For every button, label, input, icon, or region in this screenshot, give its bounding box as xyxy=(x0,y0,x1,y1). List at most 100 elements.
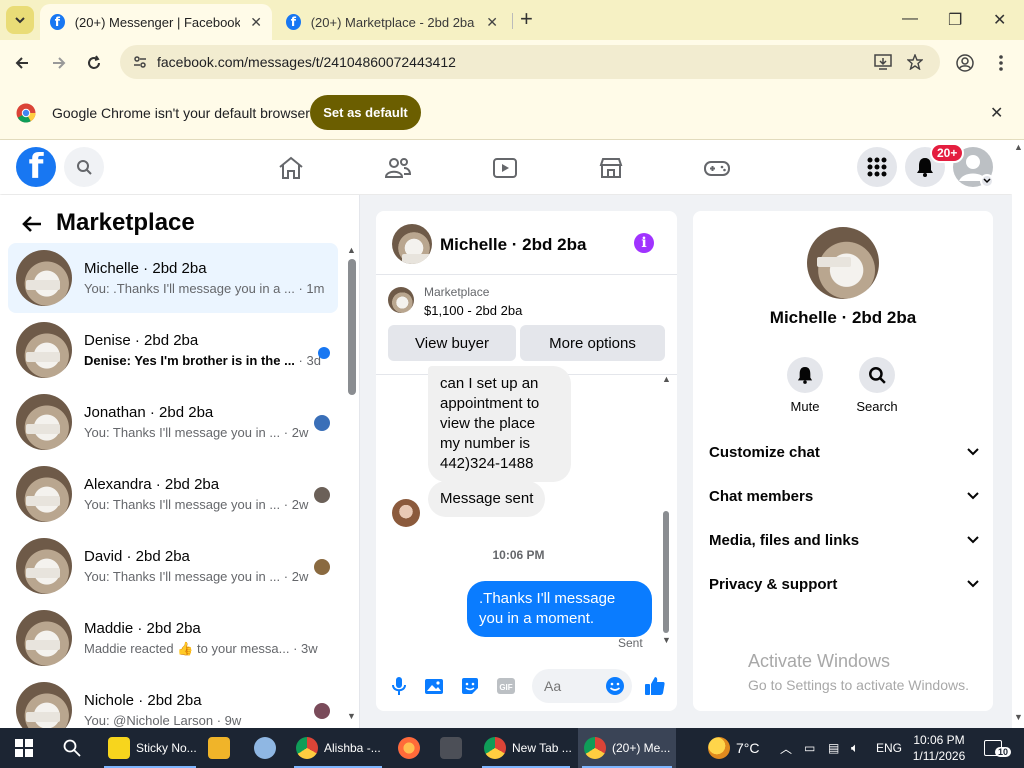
profile-icon[interactable] xyxy=(956,54,974,72)
page-scroll-up-arrow[interactable]: ▲ xyxy=(1014,142,1023,152)
send-like-button[interactable] xyxy=(644,675,666,697)
section-privacy-support[interactable]: Privacy & support xyxy=(709,569,979,599)
mute-button[interactable] xyxy=(787,357,823,393)
outgoing-message-bubble[interactable]: .Thanks I'll message you in a moment. xyxy=(467,581,652,637)
info-icon[interactable]: i xyxy=(634,233,654,253)
scroll-up-arrow[interactable]: ▲ xyxy=(347,245,356,255)
view-buyer-button[interactable]: View buyer xyxy=(388,325,516,361)
nav-home[interactable] xyxy=(277,154,305,182)
section-media-files-links[interactable]: Media, files and links xyxy=(709,525,979,555)
page-scrollbar[interactable]: ▲ ▼ xyxy=(1012,140,1024,728)
sidebar-scrollbar[interactable] xyxy=(348,259,356,395)
message-sent-bubble[interactable]: Message sent xyxy=(428,481,546,517)
attach-photo-button[interactable] xyxy=(423,675,445,697)
folder-icon xyxy=(208,737,230,759)
windows-start-icon[interactable] xyxy=(15,739,33,757)
close-window-button[interactable]: ✕ xyxy=(993,10,1006,30)
conversation-item-michelle[interactable]: Michelle · 2bd 2ba You: .Thanks I'll mes… xyxy=(8,243,338,313)
tab-title: (20+) Marketplace - 2bd 2ba | F xyxy=(310,14,477,30)
seen-avatar xyxy=(314,559,330,575)
scroll-down-arrow[interactable]: ▼ xyxy=(347,711,356,721)
voice-clip-button[interactable] xyxy=(388,675,410,697)
mute-action[interactable]: Mute xyxy=(770,357,840,414)
taskbar-firefox[interactable] xyxy=(398,728,426,768)
conversation-item-denise[interactable]: Denise · 2bd 2ba Denise: Yes I'm brother… xyxy=(8,315,338,385)
network-icon[interactable]: ▤ xyxy=(828,728,839,768)
conversation-item-alexandra[interactable]: Alexandra · 2bd 2ba You: Thanks I'll mes… xyxy=(8,459,338,529)
close-infobar-icon[interactable]: ✕ xyxy=(990,103,1003,123)
close-tab-icon[interactable]: ✕ xyxy=(486,14,498,31)
notification-center[interactable]: 10 xyxy=(984,728,1012,768)
section-customize-chat[interactable]: Customize chat xyxy=(709,437,979,467)
emoji-button[interactable] xyxy=(604,675,626,697)
thumbs-up-icon xyxy=(645,677,665,695)
nav-gaming[interactable] xyxy=(703,154,731,182)
sticker-button[interactable] xyxy=(459,675,481,697)
address-bar[interactable]: facebook.com/messages/t/2410486007244341… xyxy=(120,45,940,79)
chat-scroll-down-arrow[interactable]: ▼ xyxy=(662,635,671,645)
chat-scrollbar[interactable] xyxy=(663,511,669,633)
reload-button[interactable] xyxy=(83,52,105,74)
taskbar-search-icon[interactable] xyxy=(63,739,81,757)
tab-messenger[interactable]: f (20+) Messenger | Facebook ✕ xyxy=(40,4,272,40)
conversation-item-maddie[interactable]: Maddie · 2bd 2ba Maddie reacted 👍 to you… xyxy=(8,603,338,673)
tray-overflow-icon[interactable]: ︿ xyxy=(780,728,792,768)
set-as-default-button[interactable]: Set as default xyxy=(310,95,421,130)
taskbar-file-explorer[interactable] xyxy=(208,728,236,768)
more-options-button[interactable]: More options xyxy=(520,325,665,361)
calculator-icon xyxy=(440,737,462,759)
gif-button[interactable]: GIF xyxy=(495,675,517,697)
language-indicator[interactable]: ENG xyxy=(876,728,902,768)
volume-icon[interactable]: 🔈︎ xyxy=(851,728,859,768)
install-app-icon[interactable] xyxy=(874,54,892,70)
activate-windows-subtitle: Go to Settings to activate Windows. xyxy=(748,677,969,693)
conversation-item-jonathan[interactable]: Jonathan · 2bd 2ba You: Thanks I'll mess… xyxy=(8,387,338,457)
facebook-logo[interactable]: f xyxy=(16,147,56,187)
tray-device-icon[interactable]: ▭ xyxy=(804,728,815,768)
site-settings-icon[interactable] xyxy=(132,54,148,70)
tab-title: (20+) Messenger | Facebook xyxy=(74,14,241,30)
details-avatar[interactable] xyxy=(807,227,879,299)
chat-name[interactable]: Michelle · 2bd 2ba xyxy=(440,235,586,255)
taskbar-calculator[interactable] xyxy=(440,728,468,768)
tab-search-button[interactable] xyxy=(6,6,34,34)
taskbar-chrome-alishba[interactable]: Alishba -... xyxy=(290,728,386,768)
incoming-message-bubble[interactable]: can I set up an appointment to view the … xyxy=(428,366,571,482)
nav-watch[interactable] xyxy=(491,154,519,182)
chrome-icon xyxy=(484,737,506,759)
taskbar-sticky-notes[interactable]: Sticky No... xyxy=(100,728,200,768)
section-chat-members[interactable]: Chat members xyxy=(709,481,979,511)
nav-marketplace[interactable] xyxy=(597,154,625,182)
more-vertical-icon[interactable] xyxy=(999,54,1003,72)
taskbar-chrome-newtab[interactable]: New Tab ... xyxy=(478,728,574,768)
weather-widget[interactable]: 7°C xyxy=(708,728,760,768)
taskbar-clock[interactable]: 10:06 PM 1/11/2026 xyxy=(908,732,970,764)
search-action[interactable]: Search xyxy=(842,357,912,414)
taskbar-app-label: Sticky No... xyxy=(136,741,197,755)
conversation-snippet: You: Thanks I'll message you in ... · 2w xyxy=(84,569,309,584)
maximize-button[interactable]: ❐ xyxy=(948,10,962,30)
search-icon xyxy=(869,367,886,384)
bookmark-star-icon[interactable] xyxy=(907,54,923,70)
account-chevron[interactable] xyxy=(980,174,994,188)
windows-taskbar: Sticky No... Alishba -... New Tab ... (2… xyxy=(0,728,1024,768)
nav-friends[interactable] xyxy=(384,154,412,182)
taskbar-chrome-messenger[interactable]: (20+) Me... xyxy=(578,728,676,768)
back-arrow-icon[interactable] xyxy=(22,215,42,233)
conversation-item-david[interactable]: David · 2bd 2ba You: Thanks I'll message… xyxy=(8,531,338,601)
close-tab-icon[interactable]: ✕ xyxy=(250,14,262,31)
chat-avatar[interactable] xyxy=(392,224,432,264)
tab-marketplace[interactable]: f (20+) Marketplace - 2bd 2ba | F ✕ xyxy=(276,4,508,40)
chat-scroll-up-arrow[interactable]: ▲ xyxy=(662,374,671,384)
back-button[interactable] xyxy=(11,52,33,74)
taskbar-snipping-tool[interactable] xyxy=(254,728,282,768)
minimize-button[interactable]: — xyxy=(902,10,918,28)
sent-status: Sent xyxy=(618,636,643,650)
facebook-search-button[interactable] xyxy=(64,147,104,187)
photo-icon xyxy=(425,679,443,694)
search-button[interactable] xyxy=(859,357,895,393)
new-tab-button[interactable]: + xyxy=(520,8,533,30)
menu-button[interactable] xyxy=(857,147,897,187)
forward-button[interactable] xyxy=(48,52,70,74)
page-scroll-down-arrow[interactable]: ▼ xyxy=(1014,712,1023,722)
